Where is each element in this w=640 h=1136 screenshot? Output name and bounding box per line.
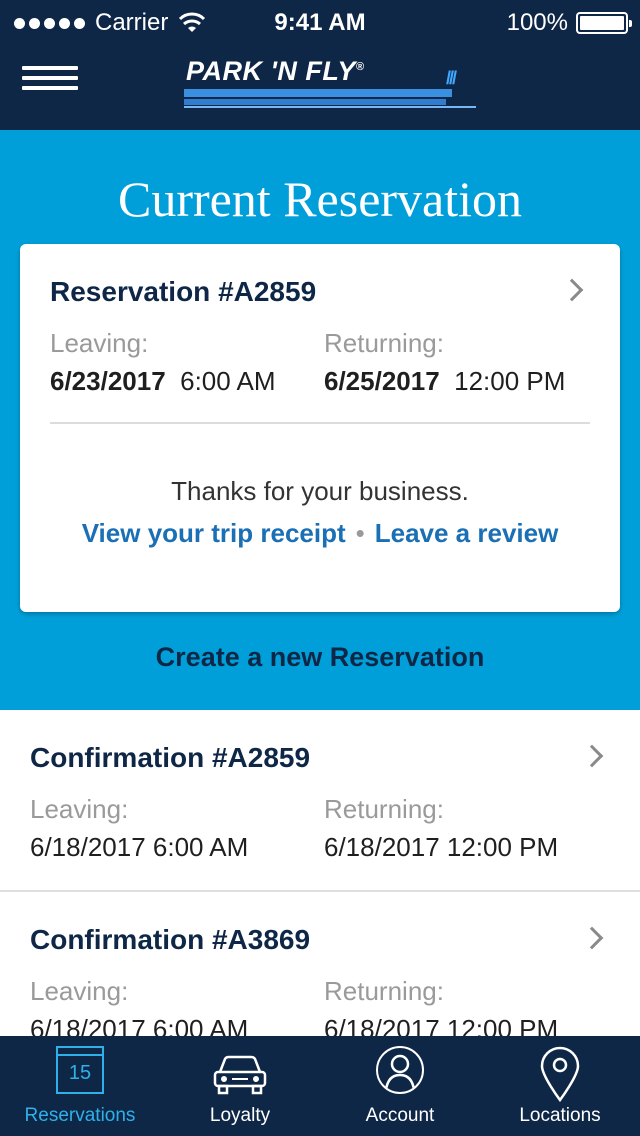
tab-label: Account [365,1105,435,1126]
card-divider [50,422,590,424]
tab-loyalty[interactable]: Loyalty [160,1036,320,1136]
tab-label: Reservations [24,1105,136,1126]
current-reservation-card[interactable]: Reservation #A2859 Leaving: 6/23/2017 6:… [20,244,620,612]
calendar-icon: 15 [56,1046,104,1094]
logo-registered-mark: ® [355,61,365,73]
status-bar: Carrier 9:41 AM 100% [0,0,640,44]
leaving-label: Leaving: [50,328,149,358]
view-receipt-link[interactable]: View your trip receipt [82,518,346,548]
leaving-label: Leaving: [30,976,129,1006]
thanks-message: Thanks for your business. [171,476,469,506]
tab-bar: 15 Reservations Loyalty Account Location… [0,1036,640,1136]
calendar-day: 15 [68,1062,92,1084]
returning-label: Returning: [324,328,444,358]
link-separator: • [355,518,365,548]
park-n-fly-logo: PARK 'N FLY® /// [184,56,476,112]
tab-label: Locations [519,1105,601,1126]
tab-reservations[interactable]: 15 Reservations [0,1036,160,1136]
leaving-value: 6/18/2017 6:00 AM [30,832,249,862]
battery-percent: 100% [506,9,568,36]
tab-locations[interactable]: Locations [480,1036,640,1136]
top-header: Carrier 9:41 AM 100% PARK 'N FLY® /// [0,0,640,130]
confirmation-title: Confirmation #A2859 [30,742,311,773]
leave-review-link[interactable]: Leave a review [375,518,559,548]
tab-account[interactable]: Account [320,1036,480,1136]
tab-label: Loyalty [209,1105,271,1126]
leaving-value: 6/23/2017 6:00 AM [50,366,276,396]
returning-value: 6/18/2017 12:00 PM [324,832,559,862]
car-icon [213,1055,267,1095]
create-reservation-button[interactable]: Create a new Reservation [0,642,640,673]
logo-text: PARK 'N FLY [186,56,356,86]
current-reservation-section: Current Reservation Reservation #A2859 L… [0,130,640,710]
chevron-right-icon[interactable] [580,926,604,950]
chevron-right-icon[interactable] [560,278,584,302]
returning-label: Returning: [324,794,444,824]
hamburger-icon[interactable] [22,66,78,90]
battery-icon [576,12,632,34]
reservation-title: Reservation #A2859 [50,276,317,307]
confirmation-title: Confirmation #A3869 [30,924,311,955]
returning-label: Returning: [324,976,444,1006]
returning-value: 6/25/2017 12:00 PM [324,366,566,396]
chevron-right-icon[interactable] [580,744,604,768]
logo-arrows-icon: /// [446,68,457,88]
confirmation-list-item[interactable]: Confirmation #A2859 Leaving: 6/18/2017 6… [0,710,640,892]
leaving-label: Leaving: [30,794,129,824]
map-pin-icon [540,1046,580,1103]
user-icon [376,1046,424,1094]
page-title: Current Reservation [117,171,523,227]
